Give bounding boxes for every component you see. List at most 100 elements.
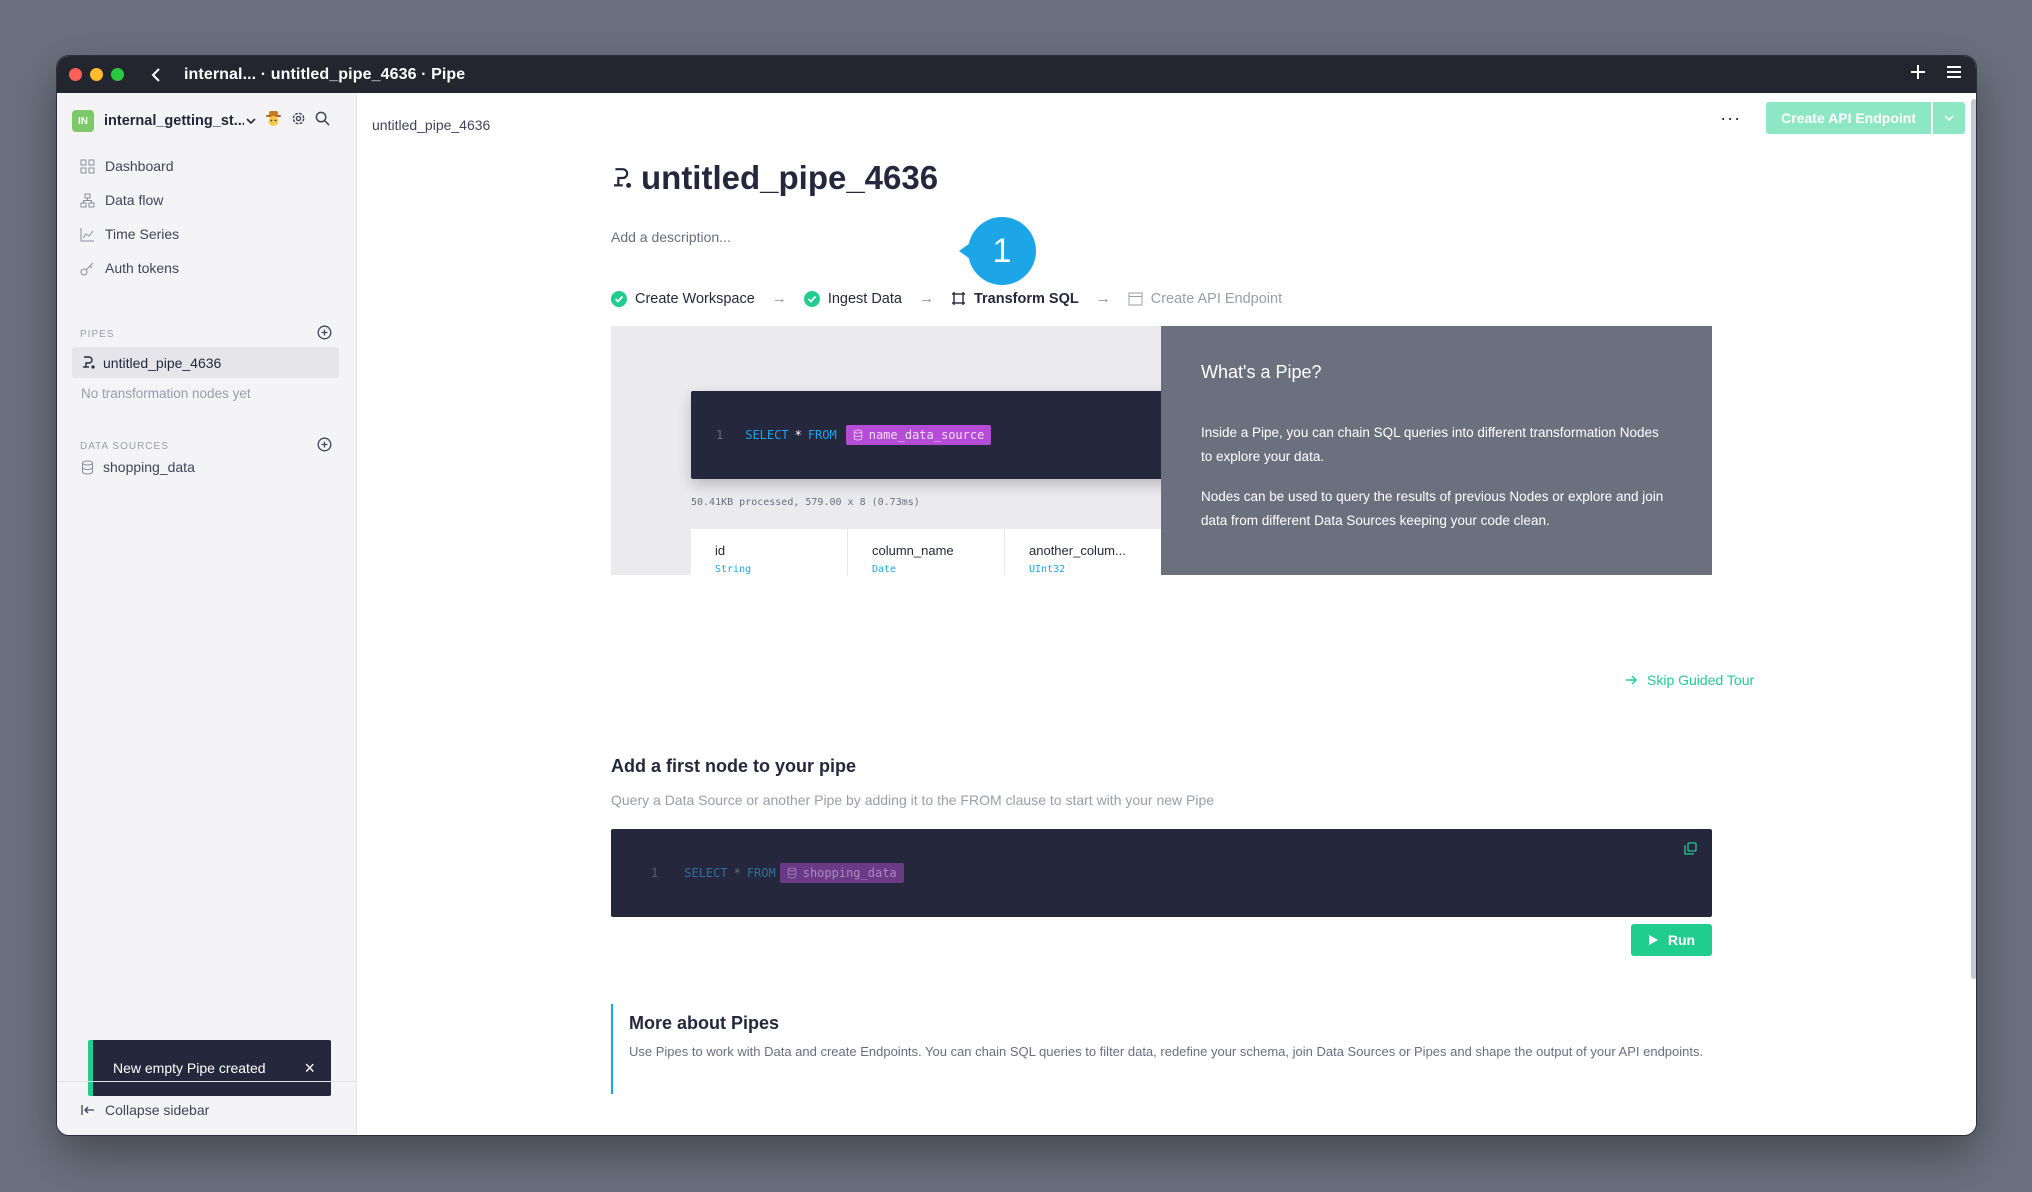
step-ingest-data: Ingest Data <box>803 290 902 307</box>
first-node-subtitle: Query a Data Source or another Pipe by a… <box>611 792 1215 808</box>
sql-keyword: FROM <box>746 866 776 880</box>
sidebar: IN internal_getting_st... Dashboard Data… <box>57 93 357 1135</box>
processed-stats: 50.41KB processed, 579.00 x 8 (0.73ms) <box>691 497 920 508</box>
workspace-name[interactable]: internal_getting_st... <box>104 113 244 129</box>
example-result-table: id String column_name Date another_colum… <box>691 529 1211 575</box>
no-nodes-note: No transformation nodes yet <box>81 386 251 401</box>
workspace-badge: IN <box>72 110 94 132</box>
guided-step-bubble: 1 <box>959 216 1037 286</box>
add-data-source-plus-icon[interactable] <box>317 437 332 455</box>
data-source-chip: name_data_source <box>845 425 992 445</box>
back-arrow-icon[interactable] <box>146 65 166 85</box>
maximize-window-button[interactable] <box>111 68 124 81</box>
pipe-title-row: untitled_pipe_4636 <box>611 159 938 197</box>
minimize-window-button[interactable] <box>90 68 103 81</box>
chart-line-icon <box>80 227 94 241</box>
arrow-right-icon <box>1626 675 1637 685</box>
dataflow-icon <box>80 193 95 207</box>
sql-star: * <box>733 866 741 880</box>
step-create-workspace: Create Workspace <box>611 290 755 307</box>
sidebar-nav: Dashboard Data flow Time Series Auth tok… <box>80 149 179 285</box>
column-name: another_colum... <box>1029 543 1126 558</box>
skip-label: Skip Guided Tour <box>1647 672 1755 688</box>
table-column: id String <box>691 529 848 575</box>
guided-tour-illustration: 1 SELECT * FROM name_data_source 50.41KB… <box>611 326 1712 575</box>
arrow-right-icon: → <box>1095 290 1111 307</box>
play-icon <box>1648 935 1658 945</box>
skip-guided-tour-link[interactable]: Skip Guided Tour <box>1625 672 1754 688</box>
column-type: String <box>715 564 752 575</box>
scrollbar[interactable] <box>1971 99 1976 979</box>
data-source-chip[interactable]: shopping_data <box>779 863 904 883</box>
collapse-label: Collapse sidebar <box>105 1101 210 1118</box>
step-label: Create Workspace <box>635 290 755 307</box>
toast-message: New empty Pipe created <box>113 1060 266 1076</box>
create-endpoint-dropdown-button[interactable] <box>1933 102 1965 134</box>
menu-hamburger-icon[interactable] <box>1946 65 1962 84</box>
column-type: UInt32 <box>1029 564 1066 575</box>
progress-steps: Create Workspace → Ingest Data → Transfo… <box>611 290 1282 307</box>
step-create-api-endpoint: Create API Endpoint <box>1128 291 1282 307</box>
close-icon[interactable]: × <box>304 1058 315 1079</box>
workspace-selector[interactable]: IN internal_getting_st... <box>72 110 347 132</box>
create-api-endpoint-button[interactable]: Create API Endpoint <box>1766 102 1931 134</box>
sidebar-item-auth-tokens[interactable]: Auth tokens <box>80 251 179 285</box>
add-pipe-plus-icon[interactable] <box>317 325 332 343</box>
chevron-down-icon[interactable] <box>246 112 256 130</box>
window-controls <box>69 68 124 81</box>
new-tab-plus-icon[interactable] <box>1910 64 1926 85</box>
sql-editor[interactable]: 1 SELECT * FROM shopping_data <box>611 829 1712 917</box>
pipe-icon <box>613 168 632 188</box>
sidebar-item-label: Data flow <box>105 192 164 208</box>
sidebar-item-time-series[interactable]: Time Series <box>80 217 179 251</box>
endpoint-icon <box>1128 292 1143 305</box>
app-window: internal... · untitled_pipe_4636 · Pipe … <box>56 55 1977 1136</box>
step-label: Create API Endpoint <box>1150 290 1283 307</box>
sidebar-item-label: Dashboard <box>105 158 174 174</box>
cowboy-emoji-icon[interactable] <box>265 110 282 132</box>
search-icon[interactable] <box>315 111 330 131</box>
database-icon <box>787 867 796 879</box>
run-button[interactable]: Run <box>1631 924 1712 956</box>
key-icon <box>80 262 94 275</box>
tour-panel-text: Inside a Pipe, you can chain SQL queries… <box>1201 425 1659 464</box>
more-text: Use Pipes to work with Data and create E… <box>629 1044 1704 1059</box>
first-node-heading: Add a first node to your pipe <box>611 756 857 776</box>
tour-panel-title: What's a Pipe? <box>1201 362 1322 382</box>
arrow-right-icon: → <box>771 290 787 307</box>
step-transform-sql: Transform SQL <box>951 291 1079 307</box>
collapse-sidebar-button[interactable]: Collapse sidebar <box>57 1081 357 1135</box>
close-window-button[interactable] <box>69 68 82 81</box>
sidebar-item-dashboard[interactable]: Dashboard <box>80 149 179 183</box>
data-source-chip-label: name_data_source <box>868 428 985 442</box>
collapse-arrow-icon <box>81 1104 94 1115</box>
sql-keyword: FROM <box>807 428 837 442</box>
chevron-down-icon <box>1944 114 1954 121</box>
data-source-chip-label: shopping_data <box>802 866 897 880</box>
sql-keyword: SELECT <box>745 428 789 442</box>
sidebar-item-pipe[interactable]: untitled_pipe_4636 <box>72 347 339 378</box>
run-label: Run <box>1667 932 1696 948</box>
page-title[interactable]: untitled_pipe_4636 <box>641 159 938 197</box>
table-column: another_colum... UInt32 <box>1005 529 1162 575</box>
grid-icon <box>80 159 95 173</box>
step-label: Transform SQL <box>973 290 1079 307</box>
step-label: Ingest Data <box>827 290 902 307</box>
more-options-icon[interactable]: ··· <box>1720 108 1741 129</box>
description-input[interactable]: Add a description... <box>611 229 731 245</box>
column-name: id <box>715 543 726 558</box>
arrow-right-icon: → <box>918 290 934 307</box>
breadcrumb[interactable]: untitled_pipe_4636 <box>372 117 490 133</box>
step-number: 1 <box>992 232 1012 270</box>
copy-icon[interactable] <box>1684 842 1697 858</box>
pipes-heading: PIPES <box>80 328 115 340</box>
pipe-icon <box>83 356 95 369</box>
database-icon <box>82 460 93 475</box>
example-sql-editor: 1 SELECT * FROM name_data_source <box>691 391 1191 479</box>
sidebar-item-data-source[interactable]: shopping_data <box>81 459 195 475</box>
line-number: 1 <box>716 428 724 442</box>
data-sources-section-header: DATA SOURCES <box>80 437 332 455</box>
database-icon <box>853 429 862 441</box>
gear-icon[interactable] <box>291 111 306 131</box>
sidebar-item-data-flow[interactable]: Data flow <box>80 183 179 217</box>
